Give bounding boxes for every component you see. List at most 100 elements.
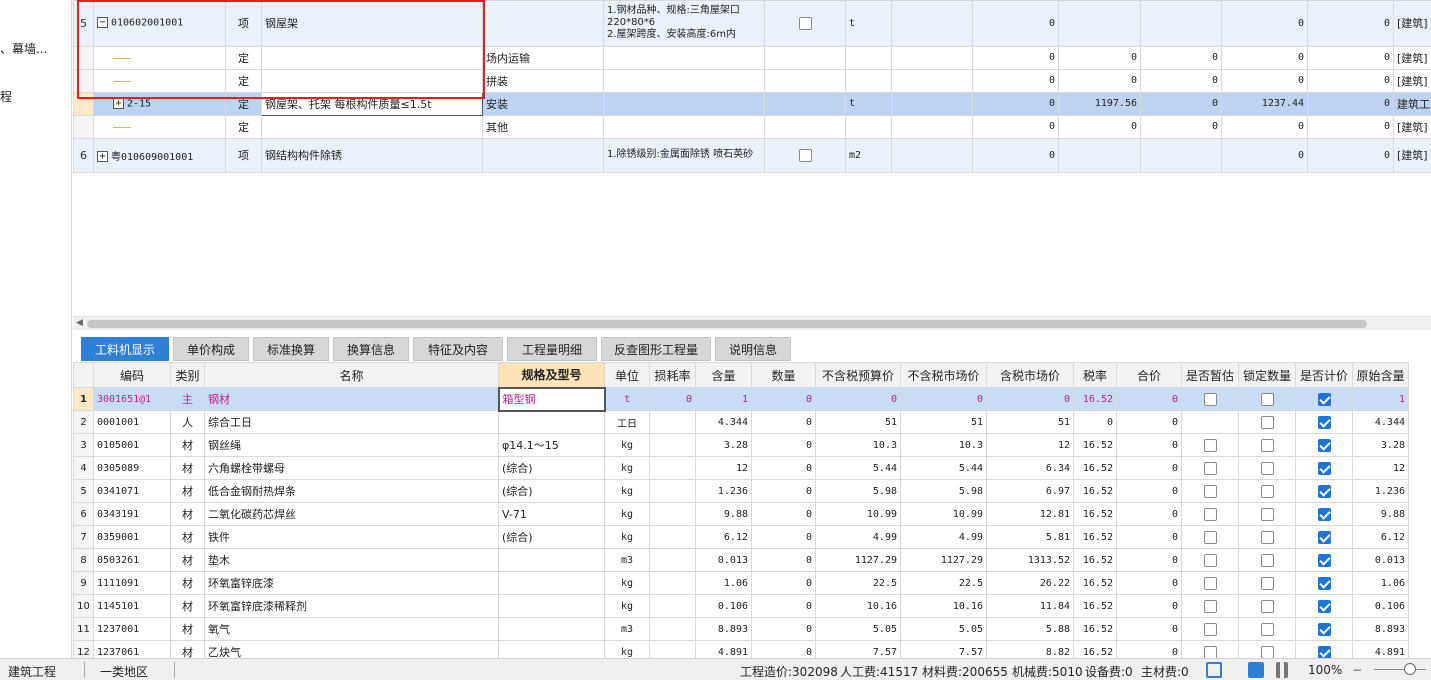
status-profession[interactable]: 建筑工程 [8,663,56,680]
quota-row[interactable]: 定 其他 0 0 0 0 0 [建筑] [73,114,1431,139]
resource-row[interactable]: 12 1237061 材乙炔气 kg 4.891 0 7.57 7.57 8.82 16.52 0 4… [73,640,1409,658]
checkbox-provisional[interactable] [1203,553,1217,567]
header-original-content[interactable]: 原始含量 [1352,362,1409,388]
resource-spec[interactable] [498,594,605,618]
resource-spec[interactable] [498,571,605,595]
resource-spec[interactable] [498,548,605,572]
checkbox-lock-quantity[interactable] [1260,530,1274,544]
checkbox-priced[interactable] [1317,507,1331,521]
layout-vertical-icon[interactable] [1276,662,1288,678]
resource-row[interactable]: 7 0359001 材铁件 (综合) kg 6.12 0 4.99 4.99 5.81 16.52 0… [73,525,1409,549]
header-market-price[interactable]: 不含税市场价 [900,362,987,388]
checkbox-provisional[interactable] [1203,438,1217,452]
checkbox-provisional[interactable] [1203,530,1217,544]
item-name[interactable] [261,45,483,70]
header-name[interactable]: 名称 [204,362,499,388]
resource-name[interactable]: 垫木 [204,548,499,572]
checkbox-provisional[interactable] [1203,392,1217,406]
header-market-price-tax[interactable]: 含税市场价 [986,362,1074,388]
header-spec[interactable]: 规格及型号 [498,362,605,388]
resource-spec[interactable]: (综合) [498,456,605,480]
header-unit[interactable]: 单位 [604,362,650,388]
checkbox-lock-quantity[interactable] [1260,438,1274,452]
checkbox[interactable] [798,16,812,30]
resource-name[interactable]: 二氧化碳药芯焊丝 [204,502,499,526]
resource-spec[interactable] [498,640,605,658]
collapse-icon[interactable]: − [97,17,108,29]
scrollbar-thumb[interactable] [87,320,1367,328]
zoom-slider-thumb[interactable] [1404,663,1416,675]
quota-row-selected[interactable]: +2-15 定 钢屋架、托架 每根构件质量≤1.5t 安装 t 0 1197.5… [73,91,1431,116]
header-content[interactable]: 含量 [695,362,752,388]
resource-row[interactable]: 2 0001001 人综合工日 工日 4.344 0 51 51 51 0 0 4.344 [73,410,1409,434]
checkbox[interactable] [798,148,812,162]
resource-row[interactable]: 11 1237001 材氧气 m3 8.893 0 5.05 5.05 5.88 16.52 0 8.… [73,617,1409,641]
resource-name[interactable]: 环氧富锌底漆 [204,571,499,595]
resource-name[interactable]: 环氧富锌底漆稀释剂 [204,594,499,618]
zoom-out-icon[interactable]: − [1352,663,1362,677]
tab-quantity-detail[interactable]: 工程量明细 [507,337,597,361]
checkbox-priced[interactable] [1317,438,1331,452]
resource-row[interactable]: 8 0503261 材垫木 m3 0.013 0 1127.29 1127.29 1313.52… [73,548,1409,572]
resource-name[interactable]: 低合金钢耐热焊条 [204,479,499,503]
resource-name[interactable]: 乙炔气 [204,640,499,658]
horizontal-scrollbar[interactable]: ◀ [73,316,1431,330]
item-name[interactable]: 钢结构构件除锈 [261,137,483,173]
resource-spec[interactable]: φ14.1～15 [498,433,605,457]
checkbox-provisional[interactable] [1203,645,1217,658]
checkbox-priced[interactable] [1317,576,1331,590]
header-provisional[interactable]: 是否暂估 [1181,362,1239,388]
resource-name[interactable]: 钢材 [204,387,499,411]
resource-spec[interactable]: (综合) [498,525,605,549]
tab-graphic-quantity[interactable]: 反查图形工程量 [601,337,711,361]
checkbox-lock-quantity[interactable] [1260,599,1274,613]
checkbox-priced[interactable] [1317,415,1331,429]
resource-name[interactable]: 钢丝绳 [204,433,499,457]
item-name[interactable] [261,114,483,139]
bill-row[interactable]: 6 + 粤010609001001 项 钢结构构件除锈 1.除锈级别:金属面除锈 … [73,137,1431,173]
header-loss-rate[interactable]: 损耗率 [649,362,696,388]
tab-conversion-info[interactable]: 换算信息 [333,337,409,361]
checkbox-priced[interactable] [1317,599,1331,613]
checkbox-lock-quantity[interactable] [1260,645,1274,658]
resource-spec[interactable]: V-71 [498,502,605,526]
checkbox-lock-quantity[interactable] [1260,392,1274,406]
tree-item-project[interactable]: 程 [0,88,12,105]
checkbox-provisional[interactable] [1203,576,1217,590]
resource-row[interactable]: 10 1145101 材环氧富锌底漆稀释剂 kg 0.106 0 10.16 10.16 11.… [73,594,1409,618]
checkbox-priced[interactable] [1317,645,1331,658]
checkbox-lock-quantity[interactable] [1260,461,1274,475]
layout-single-icon[interactable] [1206,662,1222,678]
layout-horizontal-icon[interactable] [1248,662,1264,678]
checkbox-priced[interactable] [1317,530,1331,544]
checkbox-lock-quantity[interactable] [1260,415,1274,429]
resource-name[interactable]: 综合工日 [204,410,499,434]
checkbox-priced[interactable] [1317,392,1331,406]
checkbox-provisional[interactable] [1203,461,1217,475]
resource-row[interactable]: 3 0105001 材钢丝绳 φ14.1～15 kg 3.28 0 10.3 10.3 12 16.… [73,433,1409,457]
header-tax-rate[interactable]: 税率 [1073,362,1117,388]
quota-row[interactable]: 定 场内运输 0 0 0 0 0 [建筑] [73,45,1431,70]
header-lock-quantity[interactable]: 锁定数量 [1238,362,1296,388]
header-budget-price[interactable]: 不含税预算价 [815,362,901,388]
checkbox-lock-quantity[interactable] [1260,576,1274,590]
tab-unit-price[interactable]: 单价构成 [173,337,249,361]
scroll-left-icon[interactable]: ◀ [76,318,83,328]
checkbox-lock-quantity[interactable] [1260,484,1274,498]
tab-description[interactable]: 说明信息 [715,337,791,361]
header-code[interactable]: 编码 [93,362,171,388]
resource-spec[interactable] [498,410,605,434]
tab-labor-material-machine[interactable]: 工料机显示 [81,337,169,361]
resource-name[interactable]: 氧气 [204,617,499,641]
checkbox-provisional[interactable] [1203,507,1217,521]
tab-standard-conversion[interactable]: 标准换算 [253,337,329,361]
resource-name[interactable]: 铁件 [204,525,499,549]
tab-features-content[interactable]: 特征及内容 [413,337,503,361]
zoom-slider-track[interactable] [1374,669,1426,670]
resource-spec[interactable]: (综合) [498,479,605,503]
checkbox-lock-quantity[interactable] [1260,553,1274,567]
checkbox-provisional[interactable] [1203,484,1217,498]
checkbox-priced[interactable] [1317,553,1331,567]
item-name[interactable] [261,68,483,93]
resource-row[interactable]: 1 3001651@1 主钢材 箱型钢 t 0 1 0 0 0 0 16.52 0 1 [73,386,1409,412]
